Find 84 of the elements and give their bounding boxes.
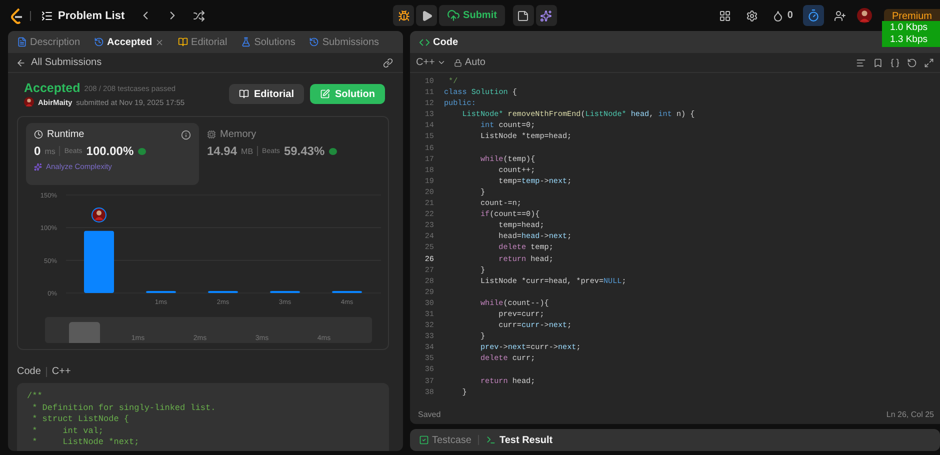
code-line: * struct ListNode { [31,414,130,426]
sparkle-icon [540,10,552,22]
speed-reading: 1.0 Kbps [890,22,928,34]
run-button[interactable] [416,5,438,26]
history-icon [94,37,104,47]
chip-icon [207,130,216,139]
badge-icon [138,148,146,154]
code-tab[interactable]: Code [416,36,461,48]
code-icon [419,36,430,48]
caret-icon[interactable] [436,58,446,67]
code-line: * Definition for singly-linked list. [31,402,217,414]
beats-value: 59.43% [284,144,325,158]
language-label: C++ [52,366,71,377]
note-icon [517,10,530,22]
lock-icon [454,58,462,66]
panel-tab[interactable]: Editorial [175,36,230,48]
edit-icon [320,89,330,99]
code-label: Code [17,366,41,377]
stat-value: 0 [34,144,41,158]
shuffle-icon [193,10,206,22]
streak-button[interactable]: 0 [768,5,797,26]
stat-unit: ms [44,146,56,156]
bug-icon [398,10,410,22]
bottom-tab[interactable]: Testcase [416,434,474,446]
close-icon[interactable] [155,38,164,46]
stat-unit: MB [241,146,254,156]
chart-bar [84,230,114,293]
avatar-icon [856,8,872,23]
reset-icon[interactable] [907,58,917,68]
avatar-marker [92,208,106,222]
checkbox-icon [419,435,429,445]
list-icon [41,10,53,22]
save-status: Saved [418,410,441,418]
debug-button[interactable] [393,5,414,26]
panel-tab[interactable]: Description [14,36,84,48]
problem-list-button[interactable]: Problem List [37,10,129,22]
navigator-handle[interactable] [69,322,100,343]
avatar-icon [24,97,34,107]
drop-icon [772,10,784,22]
document-icon [17,37,27,47]
bookmark-icon[interactable] [873,58,883,68]
flask-icon [241,37,252,47]
stat-value: 14.94 [207,144,238,158]
timer-button[interactable] [802,5,824,26]
back-icon[interactable] [16,58,26,68]
code-line: * int val; [31,426,105,437]
submit-button[interactable]: Submit [439,5,505,26]
grid-icon [718,10,731,22]
back-link[interactable]: All Submissions [31,57,102,68]
settings-icon [746,10,758,22]
expand-icon[interactable] [924,58,934,68]
bottom-tab[interactable]: Test Result [483,434,556,446]
panel-tab[interactable]: Accepted [91,36,168,48]
mode-label[interactable]: Auto [464,57,486,68]
panel-tab[interactable]: Solutions [238,36,298,48]
add-user-icon [834,10,846,22]
stat-title: Runtime [47,129,84,140]
link-icon[interactable] [383,58,393,68]
language-select[interactable]: C++ [416,57,435,68]
logo-icon[interactable] [10,8,24,24]
cursor-position: Ln 26, Col 25 [886,410,934,418]
beats-value: 100.00% [86,144,134,158]
code-line: * ListNode *next; [31,437,140,448]
code-line: /** [27,391,44,402]
book-icon [238,89,249,99]
editorial-button[interactable]: Editorial [228,84,304,104]
terminal-icon [486,435,496,445]
history-icon [309,37,320,47]
format-icon[interactable] [856,58,866,68]
book-icon [178,37,188,47]
note-button[interactable] [512,5,534,26]
timer-icon [806,9,820,22]
braces-icon[interactable] [890,58,900,68]
play-icon [420,10,433,22]
cloud-upload-icon [447,9,460,22]
speed-reading: 1.3 Kbps [890,34,928,46]
info-icon[interactable] [181,130,191,140]
sparkle-icon [34,162,42,170]
sparkle-button[interactable] [536,5,557,26]
stat-title: Memory [220,129,256,140]
panel-tab[interactable]: Submissions [306,36,382,48]
status-text: Accepted [24,81,80,95]
clock-icon [34,130,43,139]
badge-icon [328,148,337,154]
